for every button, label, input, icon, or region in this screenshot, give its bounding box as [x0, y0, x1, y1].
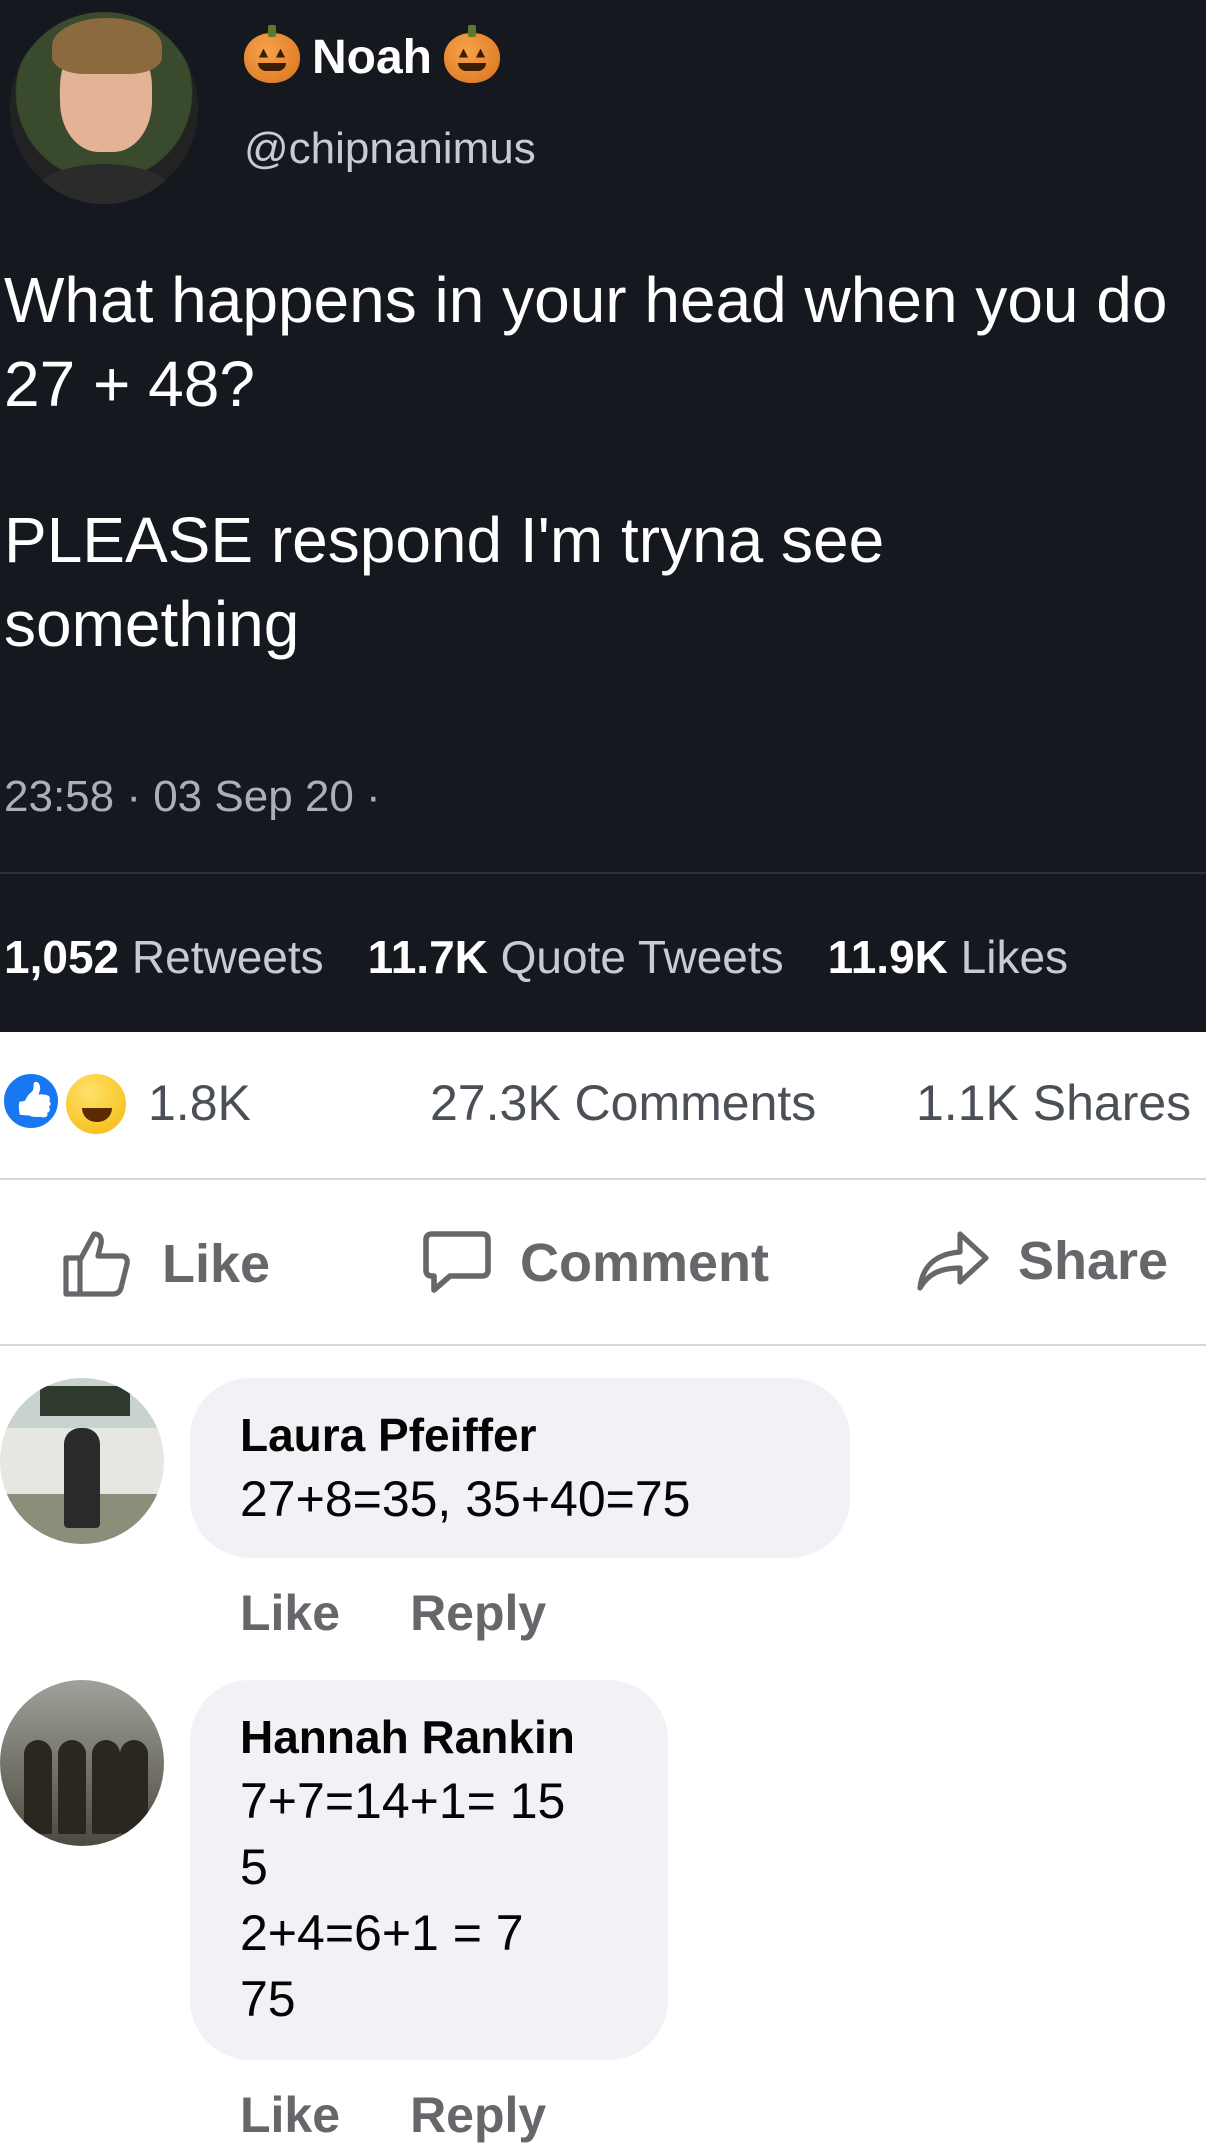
tweet-timestamp[interactable]: 23:58 · 03 Sep 20 ·	[4, 772, 381, 822]
like-button-label: Like	[162, 1234, 271, 1294]
comment-text: 7+7=14+1= 15 5 2+4=6+1 = 7 75	[240, 1773, 566, 2027]
tweet-text-paragraph: What happens in your head when you do 27…	[4, 264, 1168, 420]
tweet-text-paragraph: PLEASE respond I'm tryna see something	[4, 504, 885, 660]
divider	[0, 1344, 1206, 1346]
divider	[0, 872, 1206, 874]
comment-like-link[interactable]: Like	[240, 2086, 340, 2144]
stat-value: 11.9K	[827, 931, 948, 983]
likes-stat[interactable]: 11.9K Likes	[828, 930, 1068, 984]
comment-like-link[interactable]: Like	[240, 1584, 340, 1642]
post-summary-bar: 1.8K 27.3K Comments 1.1K Shares	[0, 1060, 1206, 1140]
tweet-card: Noah @chipnanimus What happens in your h…	[0, 0, 1206, 1032]
display-name-row[interactable]: Noah	[244, 24, 500, 85]
divider	[0, 1178, 1206, 1180]
user-handle[interactable]: @chipnanimus	[244, 124, 536, 174]
avatar-person	[64, 1428, 100, 1528]
comment-bubble: Laura Pfeiffer 27+8=35, 35+40=75	[190, 1378, 850, 1558]
post-action-bar: Like Comment Share	[0, 1186, 1206, 1340]
comment-text: 27+8=35, 35+40=75	[240, 1471, 691, 1527]
comment-bubble: Hannah Rankin 7+7=14+1= 15 5 2+4=6+1 = 7…	[190, 1680, 668, 2060]
comment-reply-link[interactable]: Reply	[410, 1584, 546, 1642]
comment-button-label: Comment	[520, 1233, 770, 1293]
like-button[interactable]: Like	[60, 1228, 270, 1300]
stat-value: 11.7K	[367, 931, 488, 983]
tweet-stats: 1,052 Retweets 11.7K Quote Tweets 11.9K …	[4, 930, 1068, 984]
tweet-text: What happens in your head when you do 27…	[4, 258, 1194, 666]
comment-author[interactable]: Laura Pfeiffer	[240, 1408, 537, 1462]
stat-label: Quote Tweets	[500, 931, 784, 983]
pumpkin-icon	[244, 24, 300, 83]
comment-reply-link[interactable]: Reply	[410, 2086, 546, 2144]
like-reaction-icon	[0, 1070, 62, 1132]
comment-author[interactable]: Hannah Rankin	[240, 1710, 575, 1764]
commenter-avatar[interactable]	[0, 1378, 164, 1544]
quote-tweets-stat[interactable]: 11.7K Quote Tweets	[368, 930, 784, 984]
avatar-person	[120, 1740, 148, 1834]
comment-count[interactable]: 27.3K Comments	[430, 1074, 816, 1132]
haha-reaction-icon	[62, 1070, 130, 1138]
comment-bubble-icon	[423, 1231, 491, 1293]
share-button[interactable]: Share	[916, 1228, 1168, 1294]
commenter-avatar[interactable]	[0, 1680, 164, 1846]
comment-actions: Like Reply	[240, 1584, 546, 1642]
avatar-person	[92, 1740, 120, 1834]
comment-actions: Like Reply	[240, 2086, 546, 2144]
stat-value: 1,052	[4, 931, 120, 983]
share-count[interactable]: 1.1K Shares	[916, 1074, 1191, 1132]
retweets-stat[interactable]: 1,052 Retweets	[4, 930, 324, 984]
avatar-shirt	[34, 164, 174, 204]
avatar-person	[24, 1740, 52, 1834]
pumpkin-icon	[444, 24, 500, 83]
stat-label: Likes	[960, 931, 1069, 983]
thumbs-up-icon	[63, 1231, 130, 1297]
display-name[interactable]: Noah	[312, 30, 432, 85]
stat-label: Retweets	[131, 931, 324, 983]
reaction-count[interactable]: 1.8K	[148, 1074, 251, 1132]
share-button-label: Share	[1018, 1231, 1169, 1291]
avatar-person	[58, 1740, 86, 1834]
comment-button[interactable]: Comment	[420, 1228, 769, 1298]
avatar-hair	[52, 18, 162, 74]
avatar-sign	[40, 1386, 130, 1416]
profile-avatar[interactable]	[10, 12, 198, 204]
share-arrow-icon	[917, 1231, 989, 1291]
